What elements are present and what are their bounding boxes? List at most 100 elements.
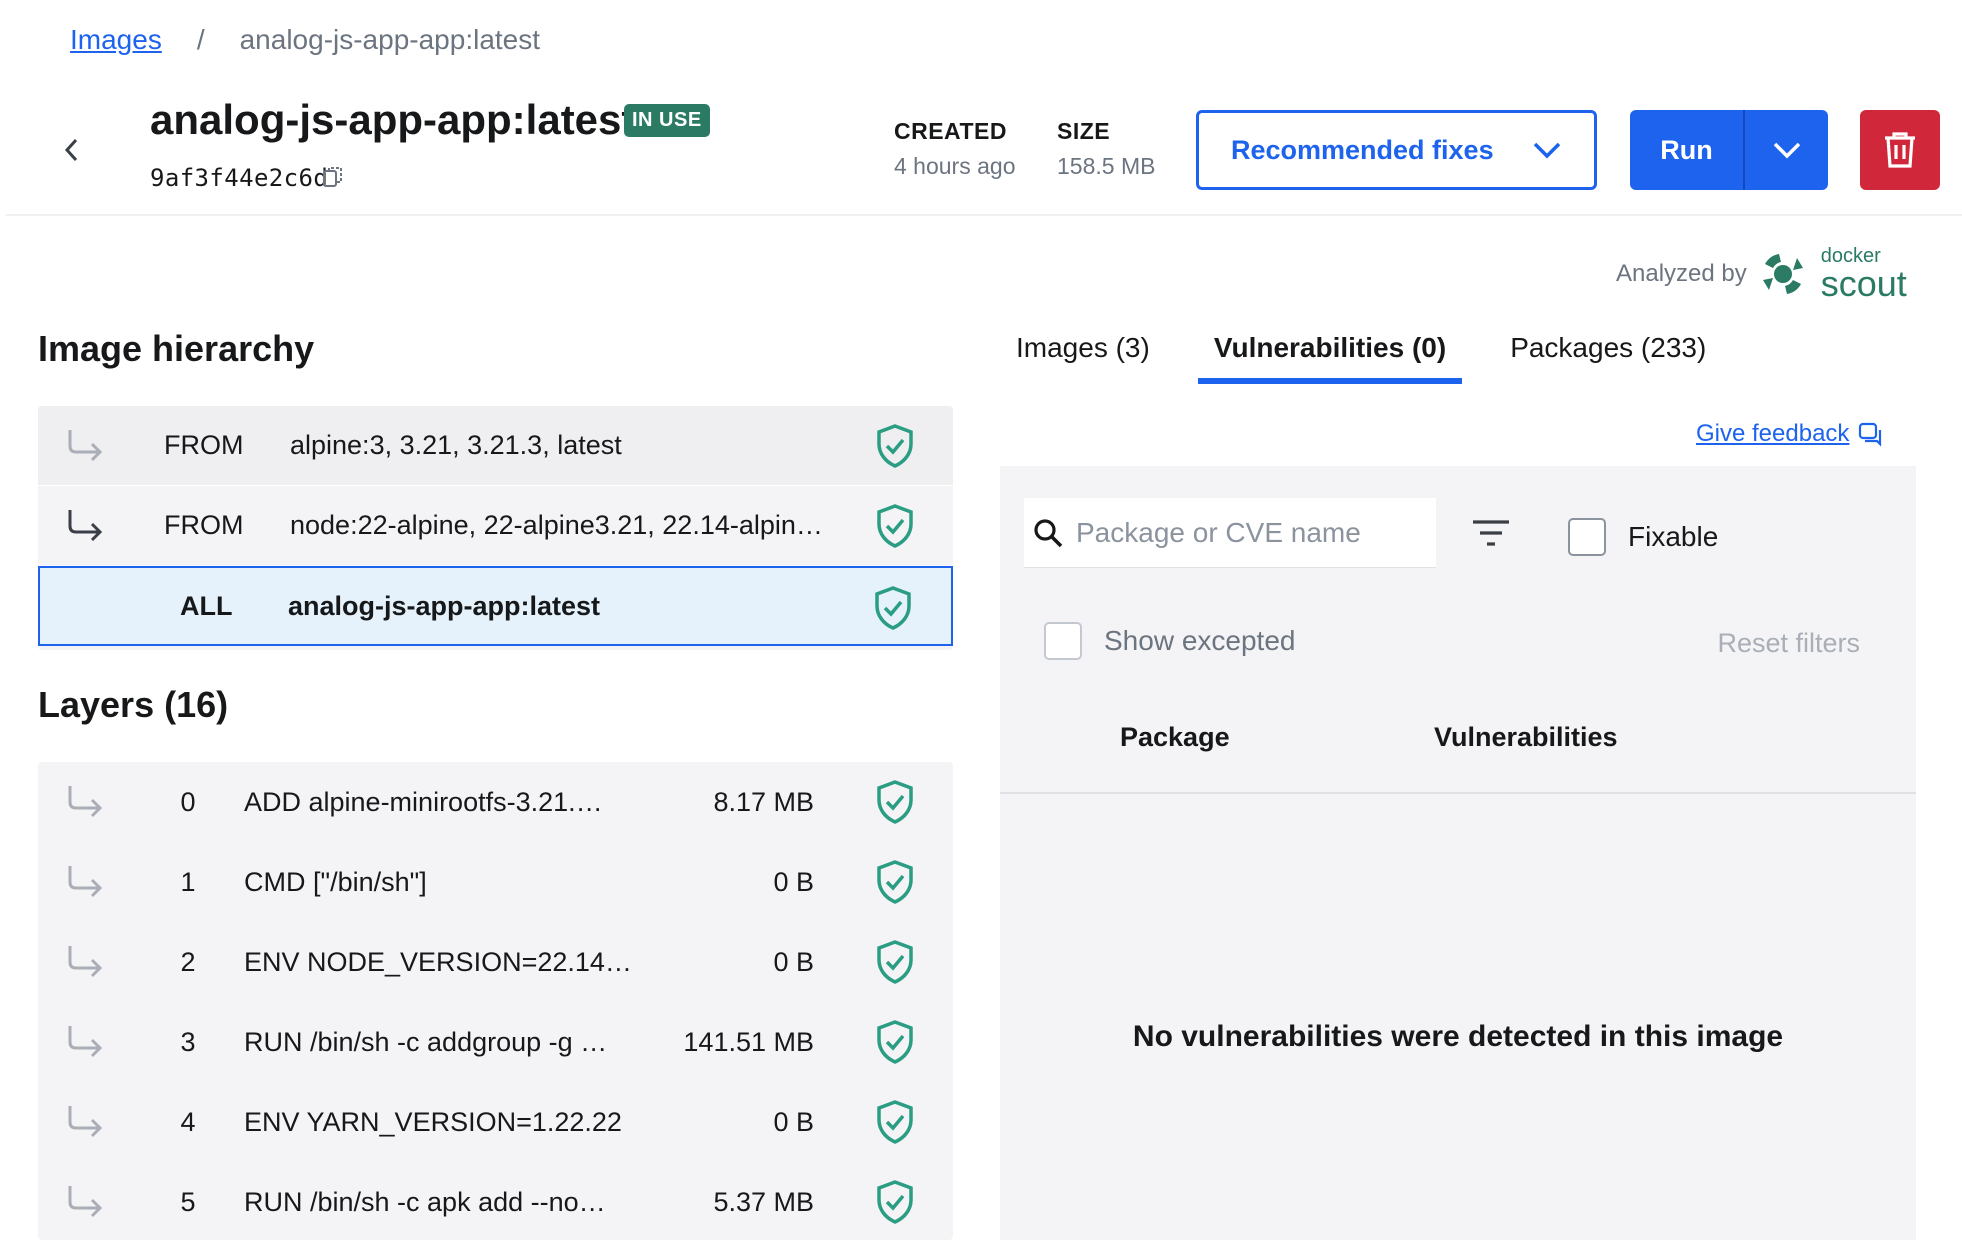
breadcrumb-images-link[interactable]: Images xyxy=(70,24,162,56)
layer-command: CMD ["/bin/sh"] xyxy=(244,866,427,897)
tab-bar: Images (3) Vulnerabilities (0) Packages … xyxy=(1000,332,1754,384)
docker-scout-logo xyxy=(1762,254,1803,294)
size-meta: SIZE 158.5 MB xyxy=(1057,118,1155,180)
delete-button[interactable] xyxy=(1860,110,1940,190)
created-meta: CREATED 4 hours ago xyxy=(894,118,1015,180)
corner-arrow-icon xyxy=(66,944,118,980)
layer-index: 2 xyxy=(180,946,196,977)
column-header-vulnerabilities[interactable]: Vulnerabilities xyxy=(1434,722,1618,753)
layer-size: 5.37 MB xyxy=(713,1186,814,1217)
size-value: 158.5 MB xyxy=(1057,153,1156,179)
reset-filters-button[interactable]: Reset filters xyxy=(1717,628,1860,659)
show-excepted-label: Show excepted xyxy=(1104,625,1296,656)
created-label: CREATED xyxy=(894,118,1007,144)
layer-command: ENV NODE_VERSION=22.14… xyxy=(244,946,632,977)
corner-arrow-icon xyxy=(66,428,118,464)
hierarchy-kind: FROM xyxy=(164,430,244,460)
breadcrumb: Images / analog-js-app-app:latest xyxy=(70,24,540,56)
breadcrumb-separator: / xyxy=(196,24,205,55)
corner-arrow-icon xyxy=(66,784,118,820)
give-feedback-label: Give feedback xyxy=(1696,420,1850,447)
shield-check-icon xyxy=(877,1020,913,1064)
chevron-down-icon xyxy=(1773,142,1800,159)
shield-check-icon xyxy=(877,940,913,984)
layer-row[interactable]: 0 ADD alpine-minirootfs-3.21.… 8.17 MB xyxy=(38,762,953,842)
fixable-checkbox[interactable]: Fixable xyxy=(1568,518,1718,556)
search-icon xyxy=(1034,518,1063,547)
corner-arrow-icon xyxy=(66,1184,118,1220)
tab-images[interactable]: Images (3) xyxy=(1000,332,1166,384)
run-button[interactable]: Run xyxy=(1630,110,1745,190)
created-value: 4 hours ago xyxy=(894,153,1016,179)
hierarchy-row-selected[interactable]: ALL analog-js-app-app:latest xyxy=(38,566,953,646)
fixable-label: Fixable xyxy=(1628,521,1719,552)
layer-size: 141.51 MB xyxy=(683,1026,814,1057)
hierarchy-name: node:22-alpine, 22-alpine3.21, 22.14-alp… xyxy=(290,510,823,540)
table-header-divider xyxy=(1000,792,1916,794)
layer-command: ADD alpine-minirootfs-3.21.… xyxy=(244,786,603,817)
breadcrumb-current: analog-js-app-app:latest xyxy=(239,24,541,55)
corner-arrow-icon xyxy=(66,1104,118,1140)
back-button[interactable] xyxy=(58,132,84,168)
show-excepted-checkbox[interactable]: Show excepted xyxy=(1044,622,1295,660)
chevron-left-icon xyxy=(64,138,78,162)
layer-row[interactable]: 5 RUN /bin/sh -c apk add --no… 5.37 MB xyxy=(38,1162,953,1240)
layer-index: 1 xyxy=(180,866,196,897)
shield-check-icon xyxy=(875,586,911,630)
layer-size: 8.17 MB xyxy=(713,786,814,817)
recommended-fixes-label: Recommended fixes xyxy=(1231,134,1494,165)
feedback-icon xyxy=(1859,422,1882,447)
analyzed-by: Analyzed by docker scout xyxy=(1616,246,1907,302)
layer-index: 4 xyxy=(180,1106,196,1137)
run-options-button[interactable] xyxy=(1745,110,1828,190)
in-use-badge: IN USE xyxy=(624,104,710,137)
layer-row[interactable]: 3 RUN /bin/sh -c addgroup -g … 141.51 MB xyxy=(38,1002,953,1082)
corner-arrow-icon xyxy=(66,864,118,900)
layer-row[interactable]: 4 ENV YARN_VERSION=1.22.22 0 B xyxy=(38,1082,953,1162)
hierarchy-name: analog-js-app-app:latest xyxy=(288,590,601,621)
tab-packages[interactable]: Packages (233) xyxy=(1494,332,1722,384)
shield-check-icon xyxy=(877,860,913,904)
layer-row[interactable]: 1 CMD ["/bin/sh"] 0 B xyxy=(38,842,953,922)
layer-size: 0 B xyxy=(773,866,814,897)
image-hierarchy-title: Image hierarchy xyxy=(38,328,315,369)
size-label: SIZE xyxy=(1057,118,1111,144)
page-title: analog-js-app-app:latest xyxy=(150,96,636,143)
hierarchy-name: alpine:3, 3.21, 3.21.3, latest xyxy=(290,430,622,460)
shield-check-icon xyxy=(877,424,913,468)
shield-check-icon xyxy=(877,780,913,824)
shield-check-icon xyxy=(877,1180,913,1224)
hierarchy-kind: ALL xyxy=(180,590,233,621)
image-hierarchy-list: FROM alpine:3, 3.21, 3.21.3, latest FROM… xyxy=(38,406,953,650)
copy-icon[interactable] xyxy=(320,164,346,190)
recommended-fixes-button[interactable]: Recommended fixes xyxy=(1196,110,1597,190)
trash-icon xyxy=(1885,132,1915,168)
hierarchy-row[interactable]: FROM node:22-alpine, 22-alpine3.21, 22.1… xyxy=(38,486,953,566)
layer-size: 0 B xyxy=(773,1106,814,1137)
give-feedback-link[interactable]: Give feedback xyxy=(1696,420,1883,448)
layer-command: ENV YARN_VERSION=1.22.22 xyxy=(244,1106,622,1137)
layers-list: 0 ADD alpine-minirootfs-3.21.… 8.17 MB 1… xyxy=(38,762,953,1240)
show-excepted-checkbox-box[interactable] xyxy=(1044,622,1082,660)
layer-command: RUN /bin/sh -c apk add --no… xyxy=(244,1186,606,1217)
filter-icon[interactable] xyxy=(1470,518,1512,548)
layer-index: 3 xyxy=(180,1026,196,1057)
vulnerabilities-panel: Fixable Show excepted Reset filters Pack… xyxy=(1000,466,1916,1240)
fixable-checkbox-box[interactable] xyxy=(1568,518,1606,556)
search-input[interactable] xyxy=(1076,516,1416,549)
column-header-package[interactable]: Package xyxy=(1120,722,1230,753)
scout-wordmark: scout xyxy=(1820,263,1907,304)
layer-row[interactable]: 2 ENV NODE_VERSION=22.14… 0 B xyxy=(38,922,953,1002)
empty-state-message: No vulnerabilities were detected in this… xyxy=(1132,1020,1784,1053)
analyzed-by-label: Analyzed by xyxy=(1616,260,1747,287)
shield-check-icon xyxy=(877,504,913,548)
search-box xyxy=(1024,498,1436,568)
layer-index: 0 xyxy=(180,786,196,817)
image-hash: 9af3f44e2c6d xyxy=(150,164,329,192)
layer-size: 0 B xyxy=(773,946,814,977)
tab-vulnerabilities[interactable]: Vulnerabilities (0) xyxy=(1197,332,1463,384)
layer-index: 5 xyxy=(180,1186,196,1217)
hierarchy-row[interactable]: FROM alpine:3, 3.21, 3.21.3, latest xyxy=(38,406,953,486)
layer-command: RUN /bin/sh -c addgroup -g … xyxy=(244,1026,608,1057)
layers-title: Layers (16) xyxy=(38,684,229,725)
